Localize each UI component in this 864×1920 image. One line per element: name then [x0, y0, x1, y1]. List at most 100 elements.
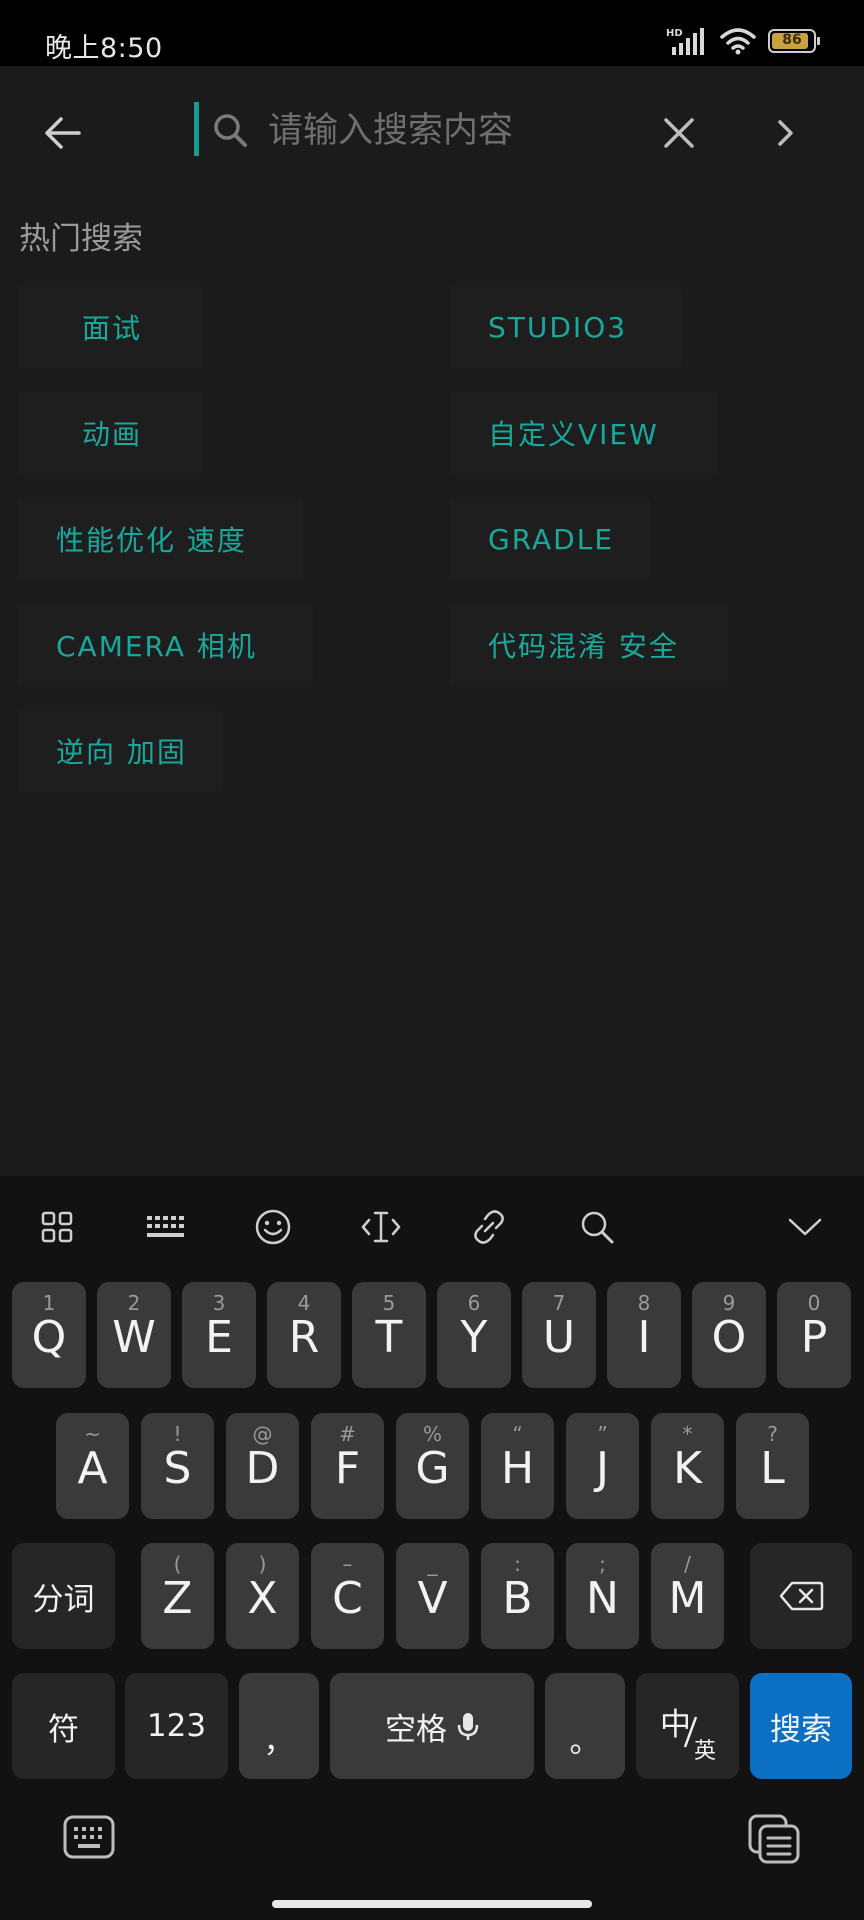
key-p[interactable]: 0P [777, 1282, 851, 1388]
hot-search-tag[interactable]: CAMERA 相机 [18, 604, 313, 686]
battery-level: 86 [782, 32, 802, 48]
key-g[interactable]: % G [396, 1413, 469, 1519]
key-h[interactable]: “H [481, 1413, 554, 1519]
key-n[interactable]: ; N [566, 1543, 639, 1649]
key-z[interactable]: (Z [141, 1543, 214, 1649]
chevron-down-icon [788, 1218, 822, 1236]
key-label: ， [263, 1724, 295, 1760]
key-comma[interactable]: ， [239, 1673, 319, 1779]
key-label: Q [31, 1312, 67, 1363]
hot-search-tag[interactable]: 逆向 加固 [18, 710, 223, 792]
toolbar-collapse-button[interactable] [780, 1202, 830, 1252]
toolbar-keyboard-button[interactable] [140, 1202, 190, 1252]
chevron-right-icon [778, 120, 793, 146]
status-time: 晚上8:50 [45, 33, 163, 64]
key-o[interactable]: 9O [692, 1282, 766, 1388]
key-c[interactable]: – C [311, 1543, 384, 1649]
text-cursor [194, 102, 199, 156]
toolbar-cursor-button[interactable] [356, 1202, 406, 1252]
toolbar-apps-button[interactable] [32, 1202, 82, 1252]
key-s[interactable]: ! S [141, 1413, 214, 1519]
key-label: U [542, 1312, 576, 1363]
key-label: 。 [569, 1724, 601, 1760]
search-key[interactable]: 搜索 [750, 1673, 852, 1779]
back-button[interactable] [36, 106, 90, 160]
key-label: Z [162, 1573, 193, 1624]
key-label: W [112, 1312, 156, 1363]
space-key[interactable]: 空格 [330, 1673, 534, 1779]
key-l[interactable]: ? L [736, 1413, 809, 1519]
key-label: X [247, 1573, 278, 1624]
key-w[interactable]: 2W [97, 1282, 171, 1388]
hot-search-tag[interactable]: GRADLE [450, 498, 650, 580]
key-numbers[interactable]: 123 [125, 1673, 228, 1779]
key-d[interactable]: @ D [226, 1413, 299, 1519]
home-indicator[interactable] [272, 1900, 592, 1908]
key-label: C [332, 1573, 363, 1624]
hot-search-tag[interactable]: 代码混淆 安全 [450, 604, 728, 686]
soft-keyboard: 1Q 2W 3E 4R 5T 6Y 7U 8I 9O 0P ~ A ! S @ D #… [0, 1176, 864, 1920]
key-j[interactable]: ” J [566, 1413, 639, 1519]
link-icon [474, 1210, 504, 1244]
arrow-left-icon [45, 117, 81, 149]
wifi-icon [720, 28, 756, 55]
keyboard-toolbar [0, 1176, 864, 1276]
backspace-icon [779, 1581, 824, 1611]
battery-icon: 86 [768, 29, 820, 53]
key-u[interactable]: 7U [522, 1282, 596, 1388]
clear-button[interactable] [652, 106, 706, 160]
key-label: N [586, 1573, 619, 1624]
hot-search-tag[interactable]: STUDIO3 [450, 286, 682, 368]
key-label: Y [460, 1312, 488, 1363]
key-v[interactable]: _ V [396, 1543, 469, 1649]
search-icon [214, 114, 247, 147]
key-i[interactable]: 8I [607, 1282, 681, 1388]
key-f[interactable]: # F [311, 1413, 384, 1519]
key-symbols[interactable]: 符 [12, 1673, 115, 1779]
key-label: V [417, 1573, 448, 1624]
toolbar-clipboard-link-button[interactable] [464, 1202, 514, 1252]
toolbar-emoji-button[interactable] [248, 1202, 298, 1252]
key-e[interactable]: 3E [182, 1282, 256, 1388]
toolbar-search-button[interactable] [572, 1202, 622, 1252]
clipboard-button[interactable] [746, 1812, 802, 1866]
key-k[interactable]: * K [651, 1413, 724, 1519]
forward-button[interactable] [766, 106, 806, 160]
key-label: E [205, 1312, 233, 1363]
key-a[interactable]: ~ A [56, 1413, 129, 1519]
key-period[interactable]: 。 [545, 1673, 625, 1779]
clipboard-icon [748, 1814, 800, 1864]
key-m[interactable]: / M [651, 1543, 724, 1649]
hot-search-tag[interactable]: 性能优化 速度 [18, 498, 303, 580]
key-y[interactable]: 6Y [437, 1282, 511, 1388]
keyboard-switch-button[interactable] [60, 1812, 118, 1862]
key-b[interactable]: :B [481, 1543, 554, 1649]
keyboard-layout-icon [147, 1216, 184, 1237]
hot-search-tag[interactable]: 动画 [18, 392, 203, 474]
status-bar: 晚上8:50 HD 86 [0, 0, 864, 66]
key-label: 符 [48, 1711, 79, 1748]
grid-icon [41, 1211, 73, 1243]
hot-search-tag[interactable]: 面试 [18, 286, 203, 368]
key-label: H [500, 1443, 535, 1494]
key-label: T [375, 1312, 403, 1363]
key-q[interactable]: 1Q [12, 1282, 86, 1388]
key-label: 123 [146, 1708, 207, 1744]
key-label: 搜索 [770, 1711, 832, 1748]
search-input[interactable] [268, 102, 628, 160]
close-icon [664, 118, 694, 148]
key-x[interactable]: ) X [226, 1543, 299, 1649]
key-label: O [711, 1312, 747, 1363]
keyboard-icon [63, 1815, 115, 1859]
key-label: K [673, 1443, 702, 1494]
language-switch-key[interactable]: 中 英 [636, 1673, 739, 1779]
key-r[interactable]: 4R [267, 1282, 341, 1388]
hot-search-tag[interactable]: 自定义VIEW [450, 392, 718, 474]
key-label: G [415, 1443, 450, 1494]
key-label: D [245, 1443, 280, 1494]
hot-search-title: 热门搜索 [19, 221, 143, 257]
key-label: I [637, 1312, 651, 1363]
key-t[interactable]: 5T [352, 1282, 426, 1388]
backspace-key[interactable] [750, 1543, 852, 1649]
key-word-segment[interactable]: 分词 [12, 1543, 115, 1649]
